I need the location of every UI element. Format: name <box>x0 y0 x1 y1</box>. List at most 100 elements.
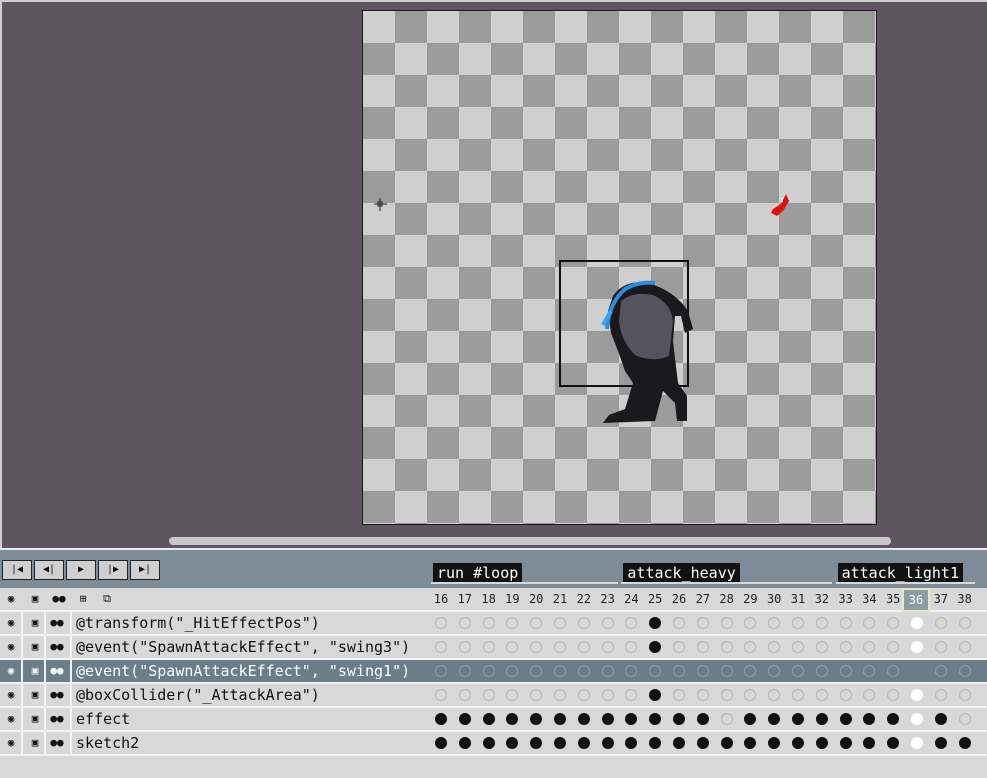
cel[interactable] <box>500 708 524 730</box>
visibility-eye-icon[interactable]: ◉ <box>1 684 21 706</box>
frame-number[interactable]: 33 <box>834 588 858 610</box>
cel[interactable] <box>857 732 881 754</box>
cel[interactable] <box>762 708 786 730</box>
frame-number[interactable]: 23 <box>596 588 620 610</box>
cel[interactable] <box>691 660 715 682</box>
cel[interactable] <box>738 684 762 706</box>
cel[interactable] <box>500 684 524 706</box>
scrollbar-thumb[interactable] <box>169 537 891 545</box>
cel[interactable] <box>524 612 548 634</box>
cel[interactable] <box>738 660 762 682</box>
cel[interactable] <box>548 684 572 706</box>
cel[interactable] <box>667 660 691 682</box>
cel[interactable] <box>548 708 572 730</box>
layer-name[interactable]: sketch2 <box>76 732 139 754</box>
cel[interactable] <box>929 636 953 658</box>
frame-number[interactable]: 22 <box>572 588 596 610</box>
cel[interactable] <box>667 732 691 754</box>
cel[interactable] <box>572 612 596 634</box>
frame-number[interactable]: 31 <box>786 588 810 610</box>
cel[interactable] <box>786 636 810 658</box>
cel[interactable] <box>786 732 810 754</box>
cel[interactable] <box>715 612 739 634</box>
cel[interactable] <box>762 684 786 706</box>
layer-name[interactable]: effect <box>76 708 130 730</box>
cel[interactable] <box>715 684 739 706</box>
cel[interactable] <box>500 732 524 754</box>
lock-icon[interactable]: ▣ <box>25 732 45 754</box>
cel[interactable] <box>905 708 929 730</box>
tag-attack-light1[interactable]: attack_light1 <box>837 563 963 584</box>
onion-skin-icon[interactable]: ●● <box>47 708 67 730</box>
frame-number[interactable]: 21 <box>548 588 572 610</box>
cel[interactable] <box>453 612 477 634</box>
frame-number[interactable]: 26 <box>667 588 691 610</box>
cel[interactable] <box>453 732 477 754</box>
cel[interactable] <box>548 636 572 658</box>
cel[interactable] <box>548 660 572 682</box>
cel[interactable] <box>810 708 834 730</box>
cel[interactable] <box>429 708 453 730</box>
frame-number[interactable]: 25 <box>643 588 667 610</box>
cel[interactable] <box>810 636 834 658</box>
cel[interactable] <box>619 684 643 706</box>
cel[interactable] <box>691 636 715 658</box>
cel[interactable] <box>619 660 643 682</box>
onion-icon[interactable]: ●● <box>49 588 69 610</box>
cel[interactable] <box>619 708 643 730</box>
cel[interactable] <box>810 732 834 754</box>
lock-icon[interactable]: ▣ <box>25 588 45 610</box>
visibility-eye-icon[interactable]: ◉ <box>1 660 21 682</box>
cel[interactable] <box>881 612 905 634</box>
cel[interactable] <box>857 684 881 706</box>
cel[interactable] <box>524 684 548 706</box>
cel[interactable] <box>667 636 691 658</box>
visibility-eye-icon[interactable]: ◉ <box>1 612 21 634</box>
onion-skin-icon[interactable]: ●● <box>47 660 67 682</box>
cel[interactable] <box>834 636 858 658</box>
cel[interactable] <box>881 660 905 682</box>
cel[interactable] <box>667 612 691 634</box>
cel[interactable] <box>524 636 548 658</box>
cel[interactable] <box>429 732 453 754</box>
frame-number[interactable]: 30 <box>762 588 786 610</box>
cel[interactable] <box>667 684 691 706</box>
cel[interactable] <box>762 612 786 634</box>
cel[interactable] <box>477 684 501 706</box>
onion-skin-icon[interactable]: ●● <box>47 684 67 706</box>
layer-name[interactable]: @event("SpawnAttackEffect", "swing3") <box>76 636 410 658</box>
cel[interactable] <box>834 732 858 754</box>
frame-number[interactable]: 27 <box>691 588 715 610</box>
cel[interactable] <box>691 612 715 634</box>
cel[interactable] <box>453 660 477 682</box>
cel[interactable] <box>715 636 739 658</box>
frame-number[interactable]: 38 <box>953 588 977 610</box>
cel[interactable] <box>500 612 524 634</box>
frame-number[interactable]: 16 <box>429 588 453 610</box>
onion-skin-icon[interactable]: ●● <box>47 732 67 754</box>
cel[interactable] <box>834 612 858 634</box>
lock-icon[interactable]: ▣ <box>25 660 45 682</box>
cel[interactable] <box>643 732 667 754</box>
cel[interactable] <box>881 732 905 754</box>
cel[interactable] <box>738 612 762 634</box>
visibility-eye-icon[interactable]: ◉ <box>1 636 21 658</box>
frame-number[interactable]: 20 <box>524 588 548 610</box>
cel[interactable] <box>572 660 596 682</box>
cel[interactable] <box>857 636 881 658</box>
cel[interactable] <box>429 684 453 706</box>
layer-row[interactable]: ◉ ▣ ●● @event("SpawnAttackEffect", "swing3"… <box>0 636 987 660</box>
cel[interactable] <box>905 636 929 658</box>
lock-icon[interactable]: ▣ <box>25 636 45 658</box>
cel[interactable] <box>477 732 501 754</box>
cel[interactable] <box>834 708 858 730</box>
cel[interactable] <box>786 684 810 706</box>
frame-number[interactable]: 18 <box>477 588 501 610</box>
cel[interactable] <box>929 660 953 682</box>
frame-number[interactable]: 29 <box>738 588 762 610</box>
cel[interactable] <box>762 636 786 658</box>
layer-name[interactable]: @transform("_HitEffectPos") <box>76 612 320 634</box>
frame-number[interactable]: 19 <box>500 588 524 610</box>
cel[interactable] <box>643 684 667 706</box>
cel[interactable] <box>905 612 929 634</box>
